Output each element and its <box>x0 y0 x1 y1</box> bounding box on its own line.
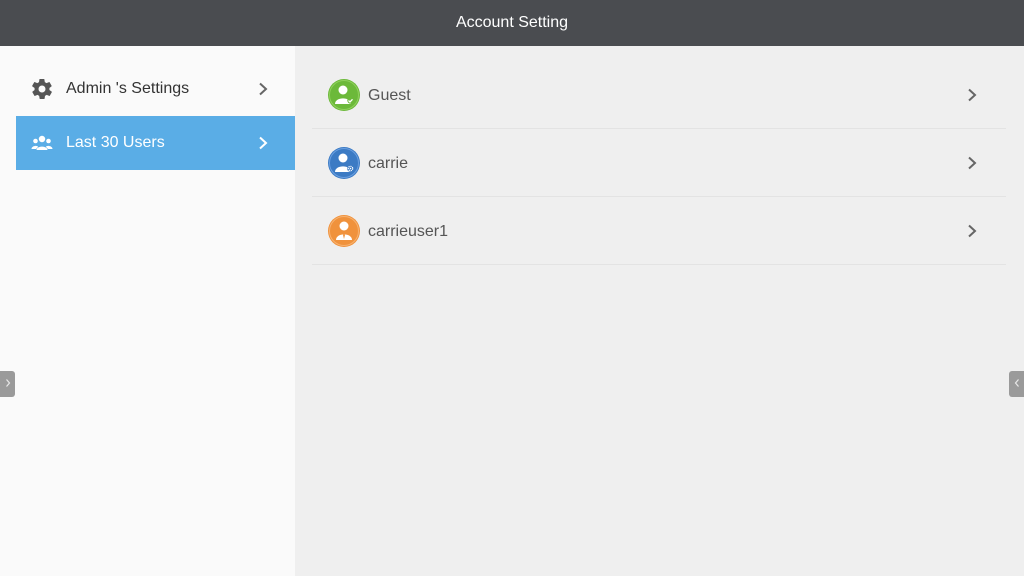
user-row-carrieuser1[interactable]: carrieuser1 <box>312 198 1006 265</box>
guest-avatar-icon <box>328 79 360 111</box>
sidebar-item-last-30-users[interactable]: Last 30 Users <box>16 116 295 170</box>
user-name: carrie <box>368 155 409 172</box>
chevron-left-icon <box>1013 375 1021 393</box>
sidebar-item-label: Last 30 Users <box>66 134 165 151</box>
user-list: Guest carrie carrieuser1 <box>295 46 1024 576</box>
user-row-guest[interactable]: Guest <box>312 62 1006 129</box>
user-name: Guest <box>368 87 411 104</box>
chevron-right-icon <box>257 82 269 96</box>
sidebar: Admin 's Settings Last 30 Users <box>0 46 295 576</box>
chevron-right-icon <box>257 136 269 150</box>
right-edge-handle[interactable] <box>1009 371 1024 397</box>
gear-icon <box>30 77 54 101</box>
users-group-icon <box>30 131 54 155</box>
chevron-right-icon <box>966 224 978 238</box>
title-bar: Account Setting <box>0 0 1024 46</box>
user-row-carrie[interactable]: carrie <box>312 130 1006 197</box>
sidebar-item-label: Admin 's Settings <box>66 80 190 97</box>
admin-avatar-icon <box>328 147 360 179</box>
user-name: carrieuser1 <box>368 223 449 240</box>
left-edge-handle[interactable] <box>0 371 15 397</box>
sidebar-item-admin-settings[interactable]: Admin 's Settings <box>16 62 295 116</box>
account-setting-window: Account Setting Admin 's Settings Last 3… <box>0 0 1024 576</box>
chevron-right-icon <box>4 375 12 393</box>
chevron-right-icon <box>966 88 978 102</box>
window-title: Account Setting <box>455 14 569 31</box>
chevron-right-icon <box>966 156 978 170</box>
user-avatar-icon <box>328 215 360 247</box>
